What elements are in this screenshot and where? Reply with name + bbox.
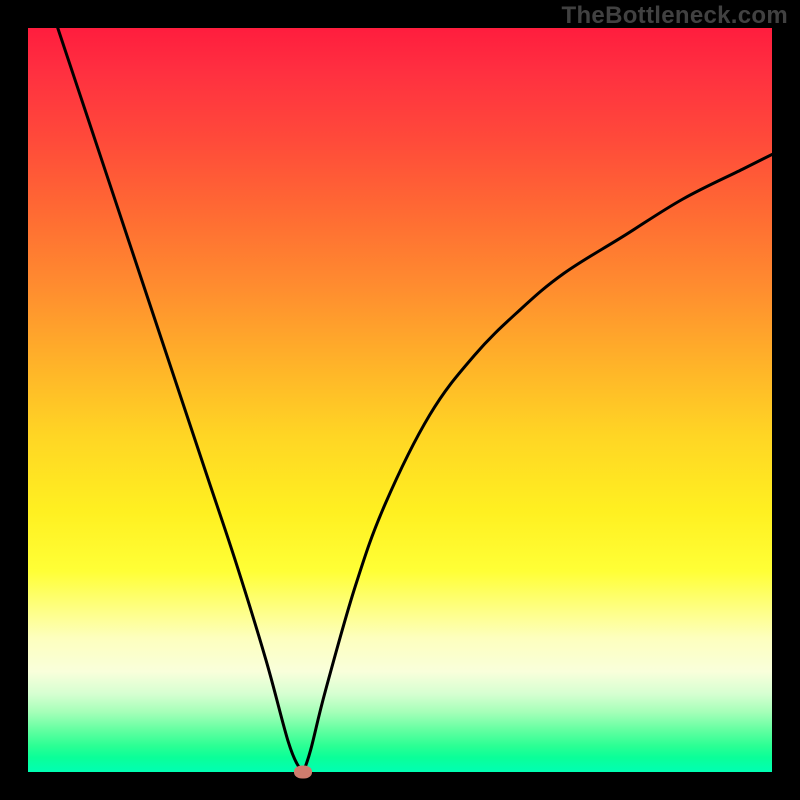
- chart-frame: TheBottleneck.com: [0, 0, 800, 800]
- watermark-text: TheBottleneck.com: [562, 2, 788, 30]
- optimal-point-marker: [294, 766, 312, 779]
- bottleneck-curve: [28, 28, 772, 772]
- plot-area: [28, 28, 772, 772]
